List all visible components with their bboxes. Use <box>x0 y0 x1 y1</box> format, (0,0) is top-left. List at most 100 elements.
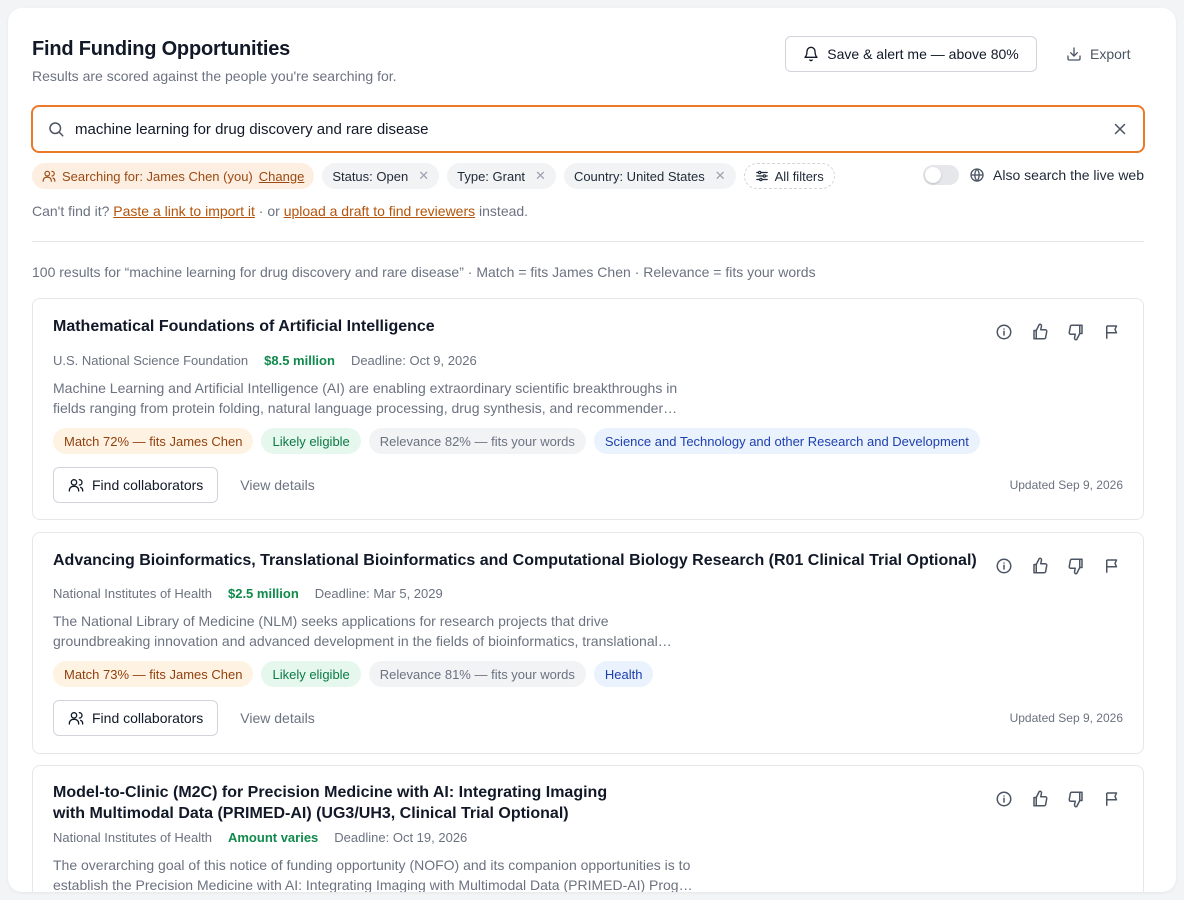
card-description-line: The National Library of Medicine (NLM) s… <box>53 613 609 629</box>
result-card: Mathematical Foundations of Artificial I… <box>32 298 1144 520</box>
result-card: Advancing Bioinformatics, Translational … <box>32 532 1144 754</box>
card-actions: Find collaborators View details <box>53 700 315 736</box>
info-icon[interactable] <box>995 323 1013 341</box>
page-title: Find Funding Opportunities <box>32 38 291 60</box>
import-line: Can't find it? Paste a link to import it… <box>32 203 528 219</box>
change-person-link[interactable]: Change <box>259 169 305 184</box>
status-filter-chip[interactable]: Status: Open ✕ <box>322 163 440 189</box>
view-details-link[interactable]: View details <box>240 710 314 726</box>
card-amount: Amount varies <box>227 830 319 845</box>
card-tag-row: Match 73% — fits James Chen Likely eligi… <box>53 661 654 687</box>
search-icon <box>47 120 65 138</box>
card-updated: Updated Sep 9, 2026 <box>1009 711 1123 725</box>
search-input[interactable] <box>75 120 1111 138</box>
type-filter-label: Type: Grant <box>457 168 526 184</box>
card-title[interactable]: Advancing Bioinformatics, Translational … <box>53 550 977 571</box>
card-deadline: Deadline: Oct 19, 2026 <box>334 830 468 845</box>
remove-status-filter-icon[interactable]: ✕ <box>418 168 429 184</box>
match-badge: Match 72% — fits James Chen <box>53 428 254 454</box>
sliders-icon <box>755 169 769 183</box>
person-chip-label: Searching for: James Chen (you) <box>62 168 253 184</box>
upload-draft-link[interactable]: upload a draft to find reviewers <box>284 203 475 219</box>
import-prefix: Can't find it? <box>32 203 110 219</box>
eligibility-badge: Likely eligible <box>261 428 361 454</box>
save-alert-label: Save & alert me — above 80% <box>827 46 1019 62</box>
person-chip: Searching for: James Chen (you) Change <box>32 163 315 189</box>
person-icon <box>42 169 56 183</box>
find-collaborators-label: Find collaborators <box>92 477 204 493</box>
live-web-label: Also search the live web <box>993 167 1144 183</box>
thumbs-up-icon[interactable] <box>1031 790 1049 808</box>
card-title[interactable]: Model-to-Clinic (M2C) for Precision Medi… <box>53 782 607 824</box>
result-card: Model-to-Clinic (M2C) for Precision Medi… <box>32 765 1144 892</box>
filter-chip-row: Searching for: James Chen (you) Change S… <box>32 163 835 189</box>
card-agency: National Institutes of Health <box>53 586 212 601</box>
import-suffix: instead. <box>479 203 529 219</box>
card-agency: U.S. National Science Foundation <box>53 353 249 368</box>
find-collaborators-button[interactable]: Find collaborators <box>53 700 219 736</box>
card-description-line: establish the Precision Medicine with AI… <box>53 877 693 892</box>
card-title-line: with Multimodal Data (PRIMED-AI) (UG3/UH… <box>53 805 569 822</box>
flag-icon[interactable] <box>1103 323 1121 341</box>
thumbs-down-icon[interactable] <box>1067 557 1085 575</box>
find-collaborators-button[interactable]: Find collaborators <box>53 467 219 503</box>
save-alert-button[interactable]: Save & alert me — above 80% <box>785 36 1037 72</box>
info-icon[interactable] <box>995 557 1013 575</box>
main-panel: Find Funding Opportunities Results are s… <box>8 8 1176 892</box>
clear-search-icon[interactable] <box>1111 120 1129 138</box>
card-meta: National Institutes of Health $2.5 milli… <box>53 586 443 601</box>
country-filter-label: Country: United States <box>573 168 705 184</box>
thumbs-down-icon[interactable] <box>1067 790 1085 808</box>
card-description-line: The overarching goal of this notice of f… <box>53 857 691 873</box>
eligibility-badge: Likely eligible <box>261 661 361 687</box>
export-button[interactable]: Export <box>1056 36 1140 72</box>
card-agency: National Institutes of Health <box>53 830 212 845</box>
download-icon <box>1066 46 1082 62</box>
card-meta: U.S. National Science Foundation $8.5 mi… <box>53 353 477 368</box>
live-web-option: Also search the live web <box>923 165 1144 185</box>
card-deadline: Deadline: Oct 9, 2026 <box>350 353 477 368</box>
thumbs-down-icon[interactable] <box>1067 323 1085 341</box>
type-filter-chip[interactable]: Type: Grant ✕ <box>447 163 556 189</box>
card-description: The overarching goal of this notice of f… <box>53 855 693 892</box>
export-label: Export <box>1090 46 1131 62</box>
card-deadline: Deadline: Mar 5, 2029 <box>314 586 443 601</box>
card-updated: Updated Sep 9, 2026 <box>1009 478 1123 492</box>
all-filters-label: All filters <box>774 168 824 184</box>
search-box <box>31 105 1145 153</box>
card-amount: $8.5 million <box>264 353 335 368</box>
divider <box>32 241 1144 242</box>
flag-icon[interactable] <box>1103 557 1121 575</box>
find-collaborators-label: Find collaborators <box>92 710 204 726</box>
card-title-line: Advancing Bioinformatics, Translational … <box>53 552 977 569</box>
card-title[interactable]: Mathematical Foundations of Artificial I… <box>53 316 435 337</box>
card-tag-row: Match 72% — fits James Chen Likely eligi… <box>53 428 980 454</box>
relevance-badge: Relevance 81% — fits your words <box>368 661 586 687</box>
thumbs-up-icon[interactable] <box>1031 323 1049 341</box>
people-icon <box>68 710 84 726</box>
globe-icon <box>969 167 985 183</box>
card-description-line: fields ranging from protein folding, nat… <box>53 400 678 416</box>
card-icon-row <box>995 790 1121 808</box>
status-filter-label: Status: Open <box>332 168 409 184</box>
remove-type-filter-icon[interactable]: ✕ <box>535 168 546 184</box>
results-summary: 100 results for “machine learning for dr… <box>32 264 816 280</box>
match-badge: Match 73% — fits James Chen <box>53 661 254 687</box>
all-filters-button[interactable]: All filters <box>743 163 835 189</box>
card-description-line: Machine Learning and Artificial Intellig… <box>53 380 678 396</box>
flag-icon[interactable] <box>1103 790 1121 808</box>
category-badge: Science and Technology and other Researc… <box>593 428 980 454</box>
card-icon-row <box>995 557 1121 575</box>
country-filter-chip[interactable]: Country: United States ✕ <box>563 163 736 189</box>
info-icon[interactable] <box>995 790 1013 808</box>
live-web-toggle[interactable] <box>923 165 960 185</box>
card-title-line: Mathematical Foundations of Artificial I… <box>53 318 435 335</box>
paste-link-import-link[interactable]: Paste a link to import it <box>113 203 255 219</box>
view-details-link[interactable]: View details <box>240 477 314 493</box>
page-subtitle: Results are scored against the people yo… <box>32 68 397 84</box>
remove-country-filter-icon[interactable]: ✕ <box>715 168 726 184</box>
card-icon-row <box>995 323 1121 341</box>
relevance-badge: Relevance 82% — fits your words <box>368 428 586 454</box>
card-description-line: groundbreaking innovation and advanced d… <box>53 633 672 649</box>
thumbs-up-icon[interactable] <box>1031 557 1049 575</box>
